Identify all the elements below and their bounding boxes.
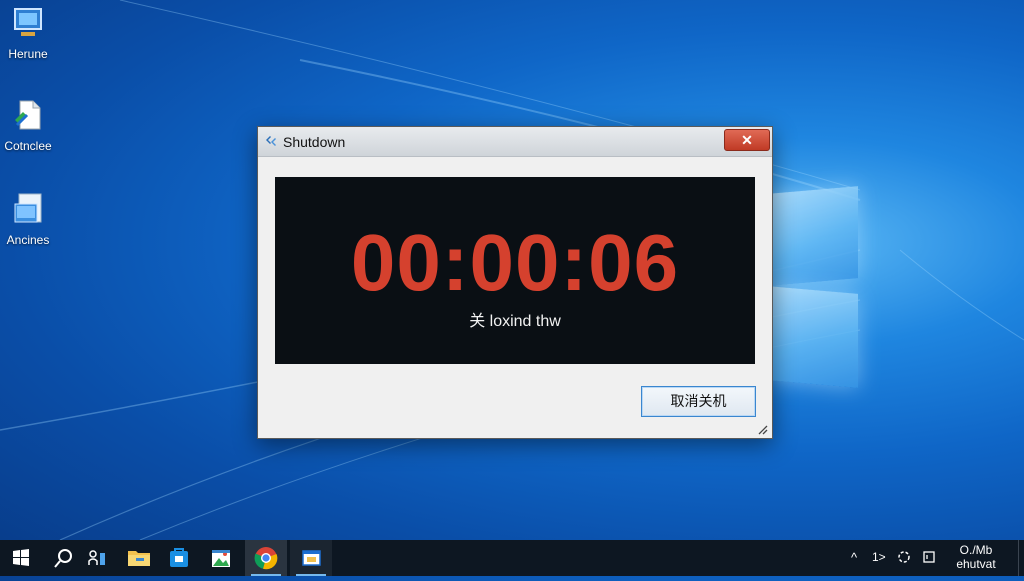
- taskbar-photos[interactable]: [200, 540, 242, 576]
- computer-icon: [14, 8, 42, 36]
- dialog-titlebar[interactable]: Shutdown ✕: [258, 127, 772, 157]
- resize-grip-icon[interactable]: [757, 424, 769, 436]
- desktop-icon-computer[interactable]: Herune: [0, 6, 56, 61]
- shutdown-dialog: Shutdown ✕ 00:00:06 关 loxind thw 取消关机: [257, 126, 773, 439]
- taskbar-file-explorer[interactable]: [118, 540, 160, 576]
- desktop-icon-file[interactable]: Cotnclee: [0, 98, 56, 153]
- people-icon: [88, 550, 105, 565]
- countdown-timer: 00:00:06: [350, 218, 680, 307]
- dialog-title: Shutdown: [283, 134, 346, 150]
- store-icon: [170, 548, 188, 567]
- network-icon[interactable]: [896, 549, 912, 565]
- folder-icon: [14, 193, 42, 223]
- desktop-icon-label: Ancines: [6, 233, 50, 247]
- taskbar-shutdown-app[interactable]: [290, 540, 332, 576]
- desktop-icon-folder[interactable]: Ancines: [0, 192, 56, 247]
- cancel-shutdown-button[interactable]: 取消关机: [641, 386, 756, 417]
- file-explorer-icon: [128, 551, 150, 566]
- chrome-icon: [254, 547, 278, 570]
- window-app-icon: [302, 550, 321, 566]
- desktop-icon-label: Herune: [8, 47, 48, 61]
- tray-clock[interactable]: O./Mb ehutvat: [946, 543, 1006, 571]
- desktop-icon-label: Cotnclee: [4, 139, 52, 153]
- close-button[interactable]: ✕: [724, 129, 770, 151]
- shutdown-app-icon: [266, 136, 276, 146]
- volume-icon[interactable]: [921, 549, 937, 565]
- taskbar: ^ 1> O./Mb ehutvat: [0, 540, 1024, 576]
- photos-icon: [212, 550, 230, 567]
- windows-logo-wallpaper: [768, 182, 860, 388]
- countdown-panel: 00:00:06 关 loxind thw: [275, 177, 755, 364]
- start-button[interactable]: [0, 540, 42, 576]
- clock-date: ehutvat: [956, 557, 996, 571]
- countdown-subtitle: 关 loxind thw: [469, 313, 561, 330]
- clock-time: O./Mb: [959, 543, 993, 557]
- taskbar-chrome[interactable]: [245, 540, 287, 576]
- tray-overflow-chevron[interactable]: ^: [851, 550, 857, 565]
- taskbar-people[interactable]: [76, 540, 118, 576]
- taskbar-store[interactable]: [158, 540, 200, 576]
- tray-text[interactable]: 1>: [872, 550, 886, 564]
- file-shortcut-icon: [15, 100, 41, 130]
- show-desktop-button[interactable]: [1018, 540, 1024, 576]
- start-icon: [13, 549, 29, 566]
